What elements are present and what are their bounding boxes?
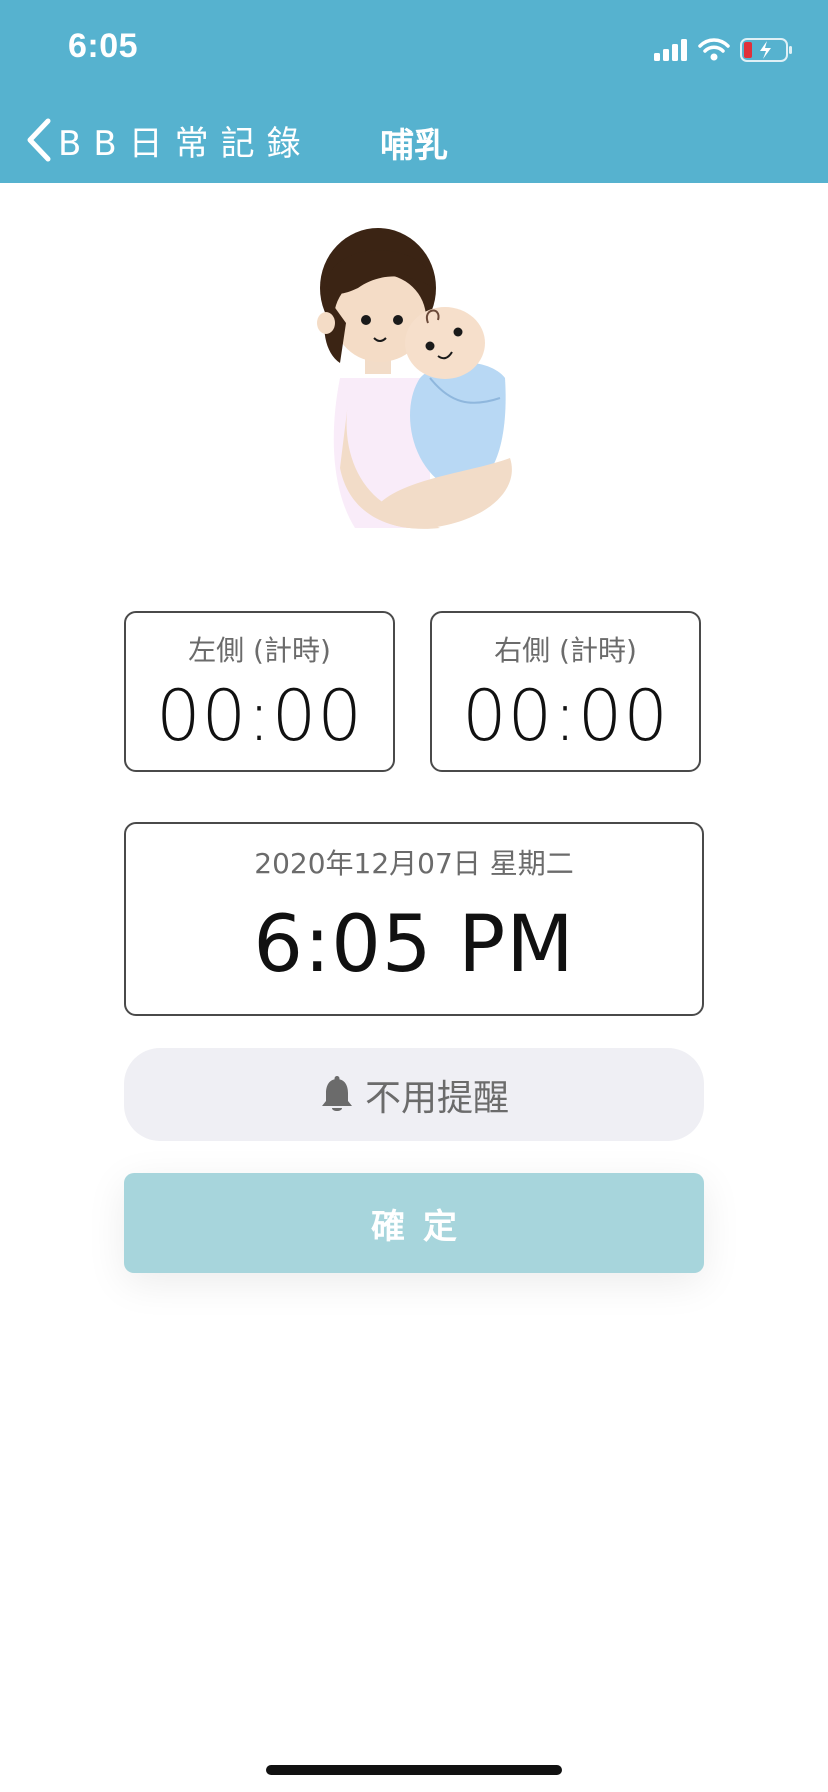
breastfeeding-illustration <box>317 228 512 529</box>
datetime-picker[interactable]: 2020年12月07日 星期二 6:05 PM <box>124 822 704 1016</box>
status-time: 6:05 <box>68 27 139 65</box>
reminder-label: 不用提醒 <box>364 1077 509 1119</box>
bell-icon <box>321 1075 352 1111</box>
left-timer-value: 00:00 <box>156 675 363 757</box>
battery-icon <box>740 38 792 62</box>
date-label: 2020年12月07日 星期二 <box>254 847 574 880</box>
confirm-label: 確定 <box>371 1206 475 1247</box>
top-bar: 6:05 BB日常記錄 哺乳 <box>0 0 828 183</box>
right-timer-label: 右側 (計時) <box>494 634 637 667</box>
right-side-timer[interactable]: 右側 (計時) 00:00 <box>430 611 701 772</box>
page-title: 哺乳 <box>380 126 448 166</box>
status-icons <box>654 34 794 66</box>
signal-icon <box>654 39 687 61</box>
time-value: 6:05 PM <box>253 900 575 990</box>
left-timer-label: 左側 (計時) <box>188 634 331 667</box>
left-side-timer[interactable]: 左側 (計時) 00:00 <box>124 611 395 772</box>
right-timer-value: 00:00 <box>462 675 669 757</box>
confirm-button[interactable]: 確定 <box>124 1173 704 1273</box>
wifi-icon <box>698 38 730 61</box>
home-indicator <box>266 1765 562 1775</box>
reminder-button[interactable]: 不用提醒 <box>124 1048 704 1141</box>
